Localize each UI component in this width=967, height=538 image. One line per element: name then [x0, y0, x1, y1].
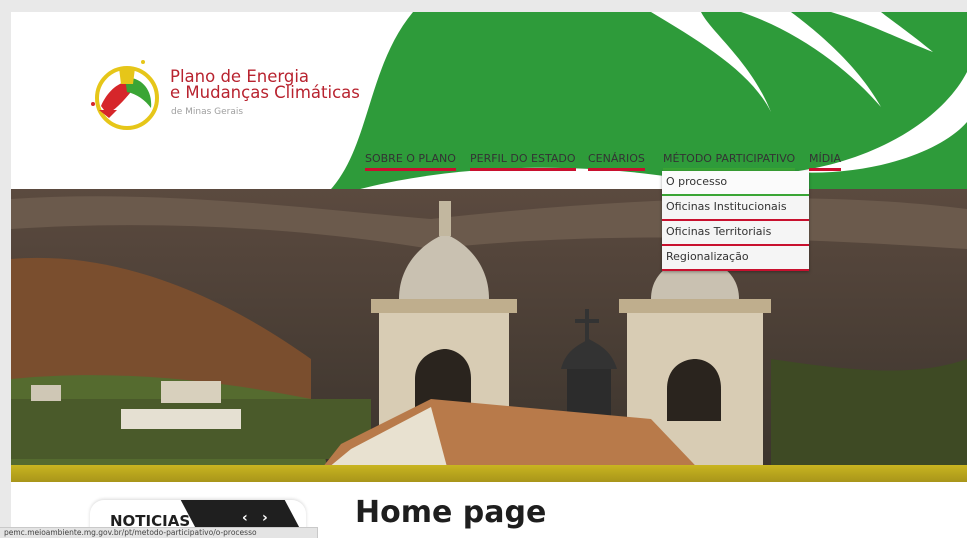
brand-subtitle: de Minas Gerais [171, 107, 244, 117]
brand-title-line2: e Mudanças Climáticas [170, 83, 360, 102]
news-next-icon[interactable]: › [262, 510, 268, 526]
page-title: Home page [355, 495, 547, 530]
nav-midia[interactable]: MÍDIA [809, 152, 841, 171]
hero-church-photo [11, 189, 967, 482]
nav-metodo-participativo[interactable]: MÉTODO PARTICIPATIVO [663, 152, 796, 171]
hero-image [11, 189, 967, 482]
dropdown-item-o-processo[interactable]: O processo [662, 171, 809, 196]
nav-cenarios[interactable]: CENÁRIOS [588, 152, 645, 171]
news-prev-icon[interactable]: ‹ [242, 510, 248, 526]
metodo-participativo-dropdown: O processo Oficinas Institucionais Ofici… [662, 171, 809, 271]
plan-logo-icon [91, 60, 159, 130]
site-header: Plano de Energia e Mudanças Climáticas d… [11, 12, 967, 202]
dropdown-item-oficinas-institucionais[interactable]: Oficinas Institucionais [662, 196, 809, 221]
browser-status-url: pemc.meioambiente.mg.gov.br/pt/metodo-pa… [0, 527, 318, 538]
nav-sobre-o-plano[interactable]: SOBRE O PLANO [365, 152, 456, 171]
page: Plano de Energia e Mudanças Climáticas d… [11, 12, 967, 538]
dropdown-item-regionalizacao[interactable]: Regionalização [662, 246, 809, 271]
dropdown-item-oficinas-territoriais[interactable]: Oficinas Territoriais [662, 221, 809, 246]
nav-perfil-do-estado[interactable]: PERFIL DO ESTADO [470, 152, 576, 171]
brand-title[interactable]: Plano de Energia e Mudanças Climáticas [170, 68, 360, 102]
